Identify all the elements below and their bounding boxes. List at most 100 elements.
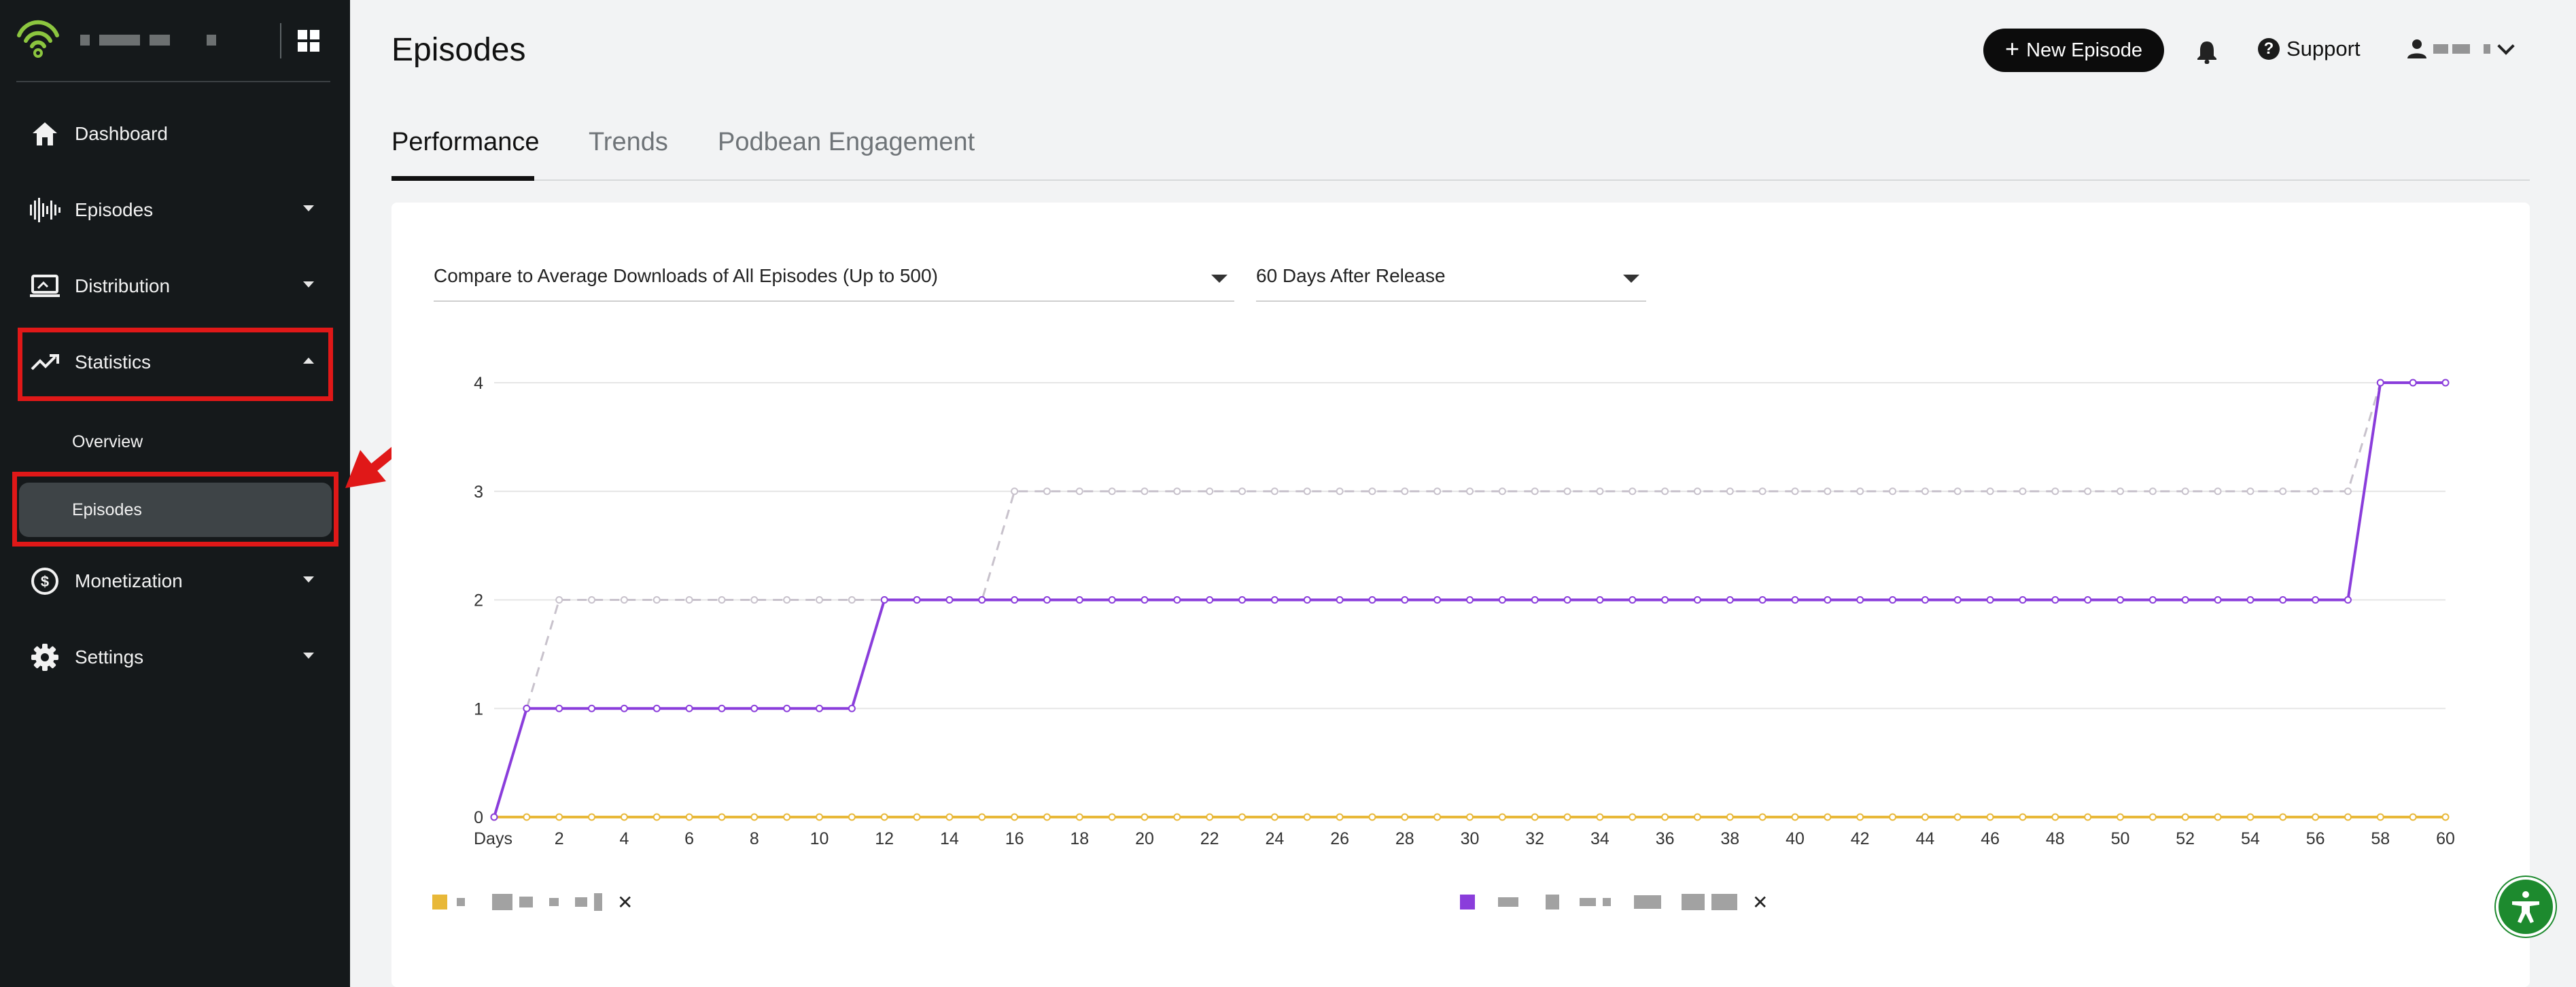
data-point	[1986, 487, 1994, 496]
data-point	[1011, 596, 1019, 604]
data-point	[783, 596, 791, 604]
data-point	[2148, 487, 2157, 496]
data-point	[685, 596, 693, 604]
data-point	[1270, 596, 1278, 604]
data-point	[1726, 596, 1734, 604]
legend-label-redacted	[1484, 894, 1737, 910]
data-point	[1433, 596, 1442, 604]
data-point	[1726, 487, 1734, 496]
data-point	[750, 813, 759, 821]
x-tick-label: 48	[2046, 829, 2065, 848]
data-point	[1303, 813, 1311, 821]
x-tick-label: 60	[2436, 829, 2455, 848]
legend-swatch	[1460, 895, 1475, 910]
x-tick-label: 20	[1135, 829, 1154, 848]
data-point	[2409, 379, 2417, 387]
data-point	[1075, 596, 1083, 604]
x-tick-label: 22	[1200, 829, 1219, 848]
data-point	[1889, 596, 1897, 604]
data-point	[1693, 596, 1701, 604]
x-tick-label: 46	[1981, 829, 2000, 848]
accessibility-button[interactable]	[2496, 877, 2556, 937]
close-icon[interactable]: ✕	[1752, 891, 1768, 914]
data-point	[2312, 487, 2320, 496]
data-point	[1401, 487, 1409, 496]
data-point	[2019, 596, 2027, 604]
data-point	[1075, 487, 1083, 496]
data-point	[555, 704, 563, 712]
data-point	[1043, 596, 1051, 604]
data-point	[2279, 487, 2287, 496]
data-point	[2214, 487, 2222, 496]
data-point	[1629, 487, 1637, 496]
x-tick-label: 6	[684, 829, 694, 848]
data-point	[913, 596, 921, 604]
x-tick-label: 40	[1786, 829, 1805, 848]
data-point	[978, 596, 986, 604]
data-point	[1303, 487, 1311, 496]
data-point	[2051, 596, 2059, 604]
data-point	[1596, 487, 1604, 496]
data-point	[1011, 487, 1019, 496]
data-point	[2279, 813, 2287, 821]
data-point	[1368, 596, 1376, 604]
data-point	[1531, 813, 1539, 821]
x-tick-label: 50	[2111, 829, 2130, 848]
data-point	[978, 813, 986, 821]
data-point	[2344, 813, 2352, 821]
data-point	[1108, 487, 1116, 496]
x-tick-label: 42	[1851, 829, 1870, 848]
data-point	[1629, 596, 1637, 604]
x-tick-label: 28	[1395, 829, 1414, 848]
data-point	[880, 813, 888, 821]
data-point	[1336, 487, 1344, 496]
x-tick-label: 32	[1525, 829, 1544, 848]
data-point	[1433, 813, 1442, 821]
close-icon[interactable]: ✕	[617, 891, 633, 914]
data-point	[718, 813, 726, 821]
data-point	[2117, 596, 2124, 604]
data-point	[1693, 813, 1701, 821]
data-point	[1206, 596, 1214, 604]
x-tick-label: 18	[1070, 829, 1089, 848]
x-tick-label: 34	[1590, 829, 1609, 848]
data-point	[2279, 596, 2287, 604]
data-point	[620, 813, 628, 821]
legend-item-purple: ✕	[1460, 891, 1768, 914]
data-point	[1368, 487, 1376, 496]
data-point	[2181, 596, 2189, 604]
data-point	[2441, 813, 2450, 821]
data-point	[2344, 596, 2352, 604]
data-point	[2246, 596, 2255, 604]
x-tick-label: 30	[1461, 829, 1480, 848]
data-point	[1498, 813, 1506, 821]
data-point	[1043, 487, 1051, 496]
data-point	[1596, 596, 1604, 604]
downloads-line-chart: 01234Days 2 4 6 8 10 12 14 16 18 20 22 24 26 28 30 32 34 3…	[474, 374, 2455, 848]
data-point	[685, 704, 693, 712]
data-point	[1173, 487, 1181, 496]
legend-item-yellow: ✕	[432, 891, 633, 914]
data-point	[2181, 813, 2189, 821]
data-point	[1466, 813, 1474, 821]
y-tick-label: 2	[474, 591, 483, 610]
data-point	[1856, 487, 1864, 496]
data-point	[2051, 813, 2059, 821]
data-point	[848, 704, 856, 712]
data-point	[2312, 813, 2320, 821]
data-point	[1596, 813, 1604, 821]
data-point	[1986, 813, 1994, 821]
data-point	[1498, 596, 1506, 604]
data-point	[2181, 487, 2189, 496]
data-point	[2409, 813, 2417, 821]
data-point	[1824, 487, 1832, 496]
data-point	[588, 596, 596, 604]
data-point	[1791, 487, 1799, 496]
data-point	[1011, 813, 1019, 821]
x-tick-label: 24	[1265, 829, 1284, 848]
data-point	[1238, 813, 1247, 821]
data-point	[2148, 813, 2157, 821]
data-point	[1856, 813, 1864, 821]
data-point	[1531, 596, 1539, 604]
data-point	[1921, 813, 1929, 821]
